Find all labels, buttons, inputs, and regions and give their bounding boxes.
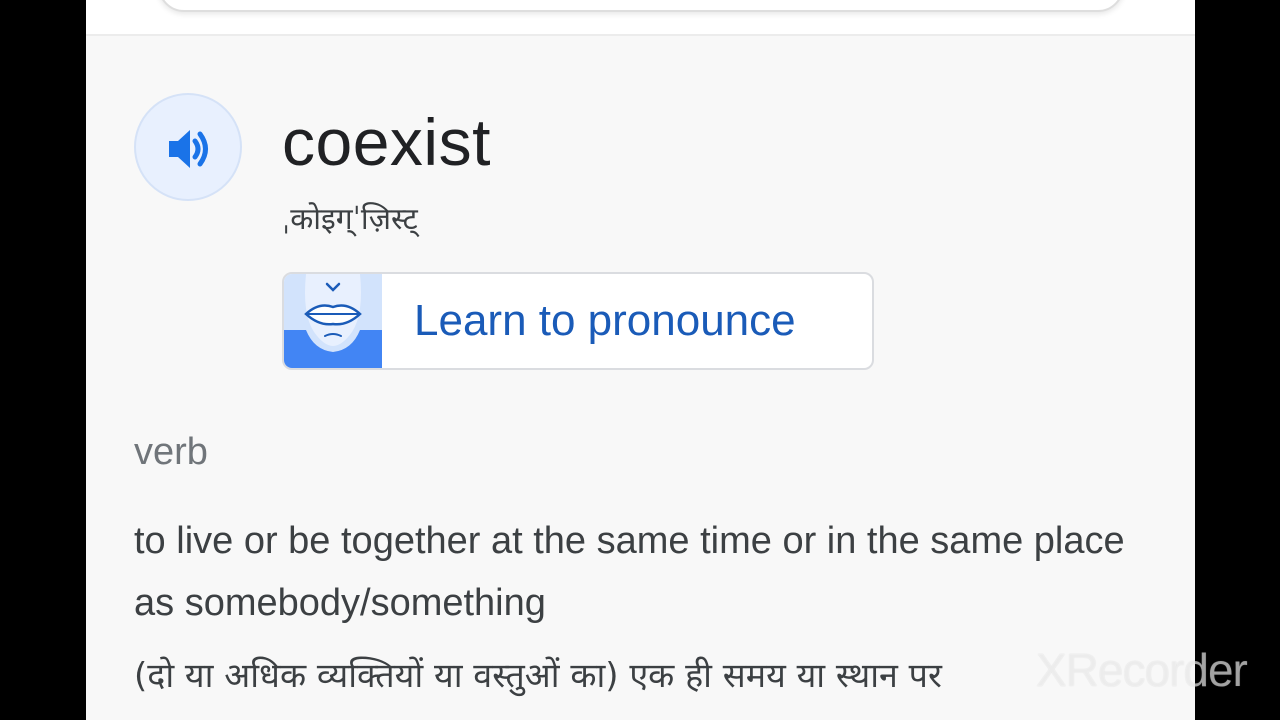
lips-face-icon: [284, 274, 382, 368]
headword: coexist: [282, 105, 491, 179]
hindi-translation: (दो या अधिक व्यक्तियों या वस्तुओं का) एक…: [134, 656, 942, 696]
dictionary-card: coexist ˌकोइग्ˈज़िस्ट् Learn to pronounc…: [86, 0, 1195, 720]
right-letterbox: [1195, 0, 1280, 720]
learn-to-pronounce-button[interactable]: Learn to pronounce: [282, 272, 874, 370]
volume-icon: [169, 130, 208, 168]
phonetic-transcription: ˌकोइग्ˈज़िस्ट्: [282, 202, 418, 237]
search-box[interactable]: [158, 0, 1124, 12]
part-of-speech: verb: [134, 431, 208, 473]
search-header: [86, 0, 1195, 36]
left-letterbox: [0, 0, 86, 720]
learn-to-pronounce-label: Learn to pronounce: [414, 296, 796, 345]
play-pronunciation-button[interactable]: [134, 93, 242, 201]
definition-text: to live or be together at the same time …: [134, 520, 1125, 624]
recorder-watermark: XRecorder: [1036, 644, 1248, 696]
